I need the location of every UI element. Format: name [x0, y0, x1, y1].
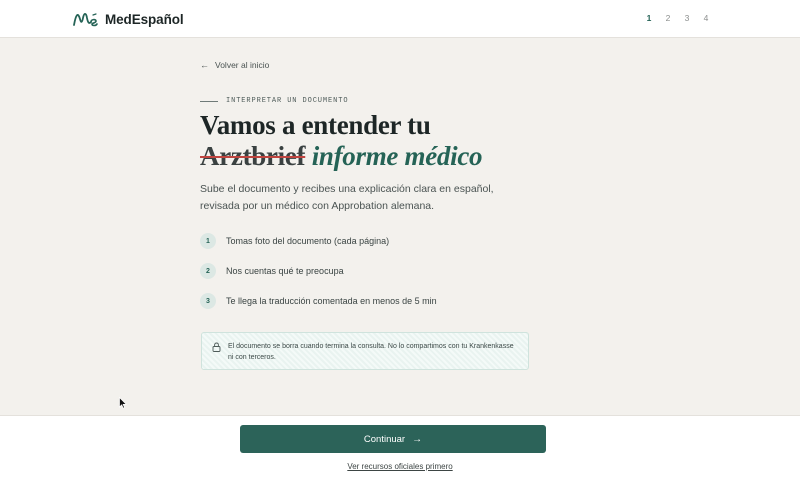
- list-item: 2 Nos cuentas qué te preocupa: [200, 263, 540, 279]
- mouse-pointer-icon: [119, 397, 127, 409]
- continue-button[interactable]: Continuar →: [240, 425, 546, 453]
- step-indicator: 1 2 3 4: [645, 13, 710, 23]
- step-number-badge: 1: [200, 233, 216, 249]
- title-struck-word: Arztbrief: [200, 141, 306, 171]
- eyebrow-divider: [200, 100, 218, 102]
- step-1[interactable]: 1: [645, 13, 653, 23]
- title-accent: informe médico: [311, 141, 483, 171]
- step-text: Te llega la traducción comentada en meno…: [226, 296, 437, 306]
- title-line-1: Vamos a entender tu: [200, 110, 431, 140]
- medespanol-logo-icon: [73, 12, 98, 27]
- step-3[interactable]: 3: [683, 13, 691, 23]
- bottom-action-bar: Continuar → Ver recursos oficiales prime…: [0, 415, 800, 480]
- lock-icon: [212, 342, 221, 352]
- list-item: 1 Tomas foto del documento (cada página): [200, 233, 540, 249]
- step-number-badge: 3: [200, 293, 216, 309]
- title-line-2: Arztbrief informe médico: [200, 141, 540, 172]
- back-link-label: Volver al inicio: [215, 60, 270, 70]
- arrow-right-icon: →: [412, 433, 423, 445]
- brand[interactable]: MedEspañol: [73, 9, 184, 29]
- page-title: Vamos a entender tu Arztbrief informe mé…: [200, 110, 540, 172]
- eyebrow: INTERPRETAR UN DOCUMENTO: [200, 97, 348, 105]
- back-link[interactable]: ← Volver al inicio: [200, 60, 269, 70]
- eyebrow-text: INTERPRETAR UN DOCUMENTO: [226, 97, 349, 105]
- continue-button-label: Continuar: [363, 433, 406, 445]
- top-header: MedEspañol 1 2 3 4: [0, 0, 800, 38]
- step-2[interactable]: 2: [664, 13, 672, 23]
- step-number-badge: 2: [200, 263, 216, 279]
- privacy-notice: El documento se borra cuando termina la …: [201, 332, 529, 370]
- arrow-left-icon: ←: [200, 60, 209, 70]
- brand-name: MedEspañol: [105, 11, 184, 27]
- step-4[interactable]: 4: [702, 13, 710, 23]
- privacy-notice-text: El documento se borra cuando termina la …: [228, 343, 514, 361]
- lead-paragraph: Sube el documento y recibes una explicac…: [200, 183, 494, 212]
- steps-list: 1 Tomas foto del documento (cada página)…: [200, 233, 540, 323]
- official-resources-link[interactable]: Ver recursos oficiales primero: [0, 462, 800, 471]
- list-item: 3 Te llega la traducción comentada en me…: [200, 293, 540, 309]
- step-text: Tomas foto del documento (cada página): [226, 236, 390, 246]
- official-resources-link-label: Ver recursos oficiales primero: [347, 462, 453, 471]
- step-text: Nos cuentas qué te preocupa: [226, 266, 344, 276]
